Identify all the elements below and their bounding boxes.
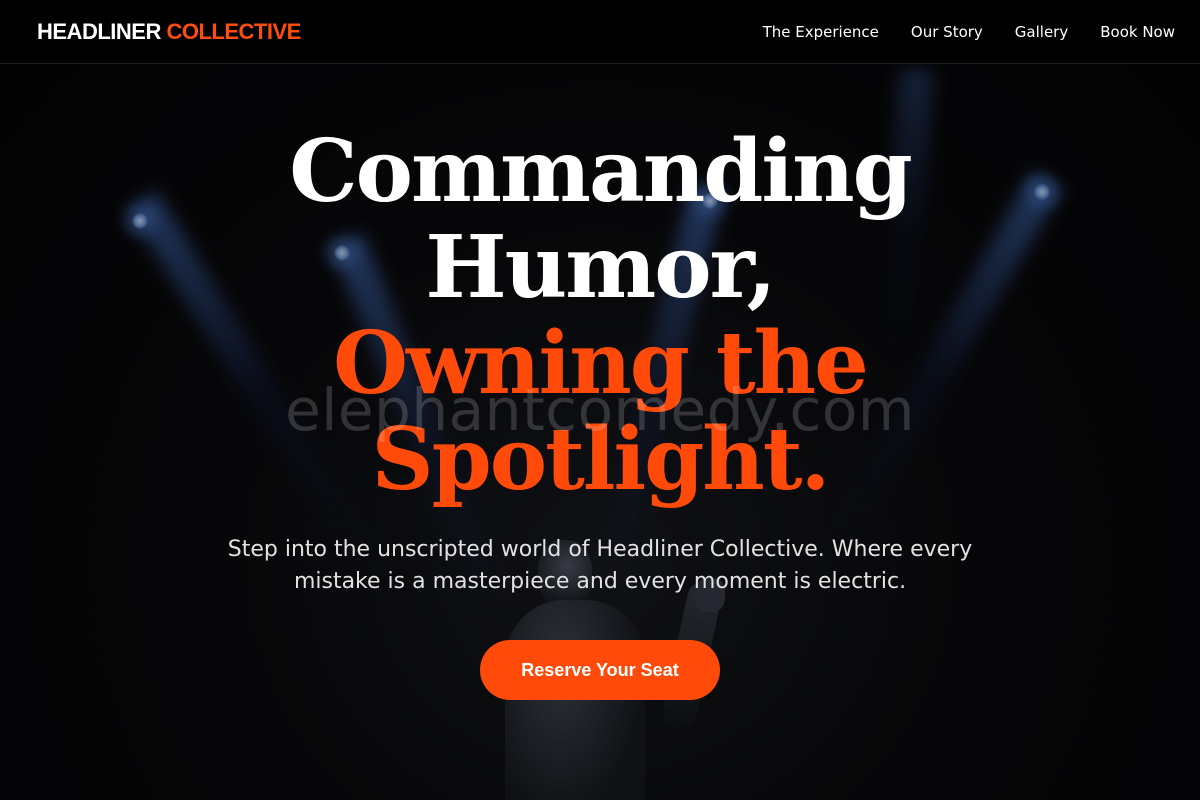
hero-section: Commanding Humor, Owning the Spotlight. …	[0, 64, 1200, 700]
brand-name-accent: COLLECTIVE	[166, 18, 301, 44]
headline-line-1: Commanding	[289, 121, 913, 222]
nav-link-gallery[interactable]: Gallery	[1015, 23, 1068, 41]
nav-link-our-story[interactable]: Our Story	[911, 23, 983, 41]
main-nav: The Experience Our Story Gallery Book No…	[763, 23, 1175, 41]
hero-headline: Commanding Humor, Owning the Spotlight.	[0, 124, 1200, 508]
nav-link-book-now[interactable]: Book Now	[1100, 23, 1175, 41]
reserve-seat-button[interactable]: Reserve Your Seat	[480, 640, 720, 700]
brand-logo[interactable]: HEADLINER COLLECTIVE	[37, 19, 301, 45]
headline-accent-line-1: Owning the	[333, 313, 869, 414]
headline-line-2: Humor,	[425, 217, 776, 318]
headline-accent-line-2: Spotlight.	[371, 409, 831, 510]
brand-name-main: HEADLINER	[37, 18, 161, 44]
nav-link-experience[interactable]: The Experience	[763, 23, 879, 41]
top-navbar: HEADLINER COLLECTIVE The Experience Our …	[0, 0, 1200, 64]
hero-subtitle: Step into the unscripted world of Headli…	[227, 537, 973, 594]
